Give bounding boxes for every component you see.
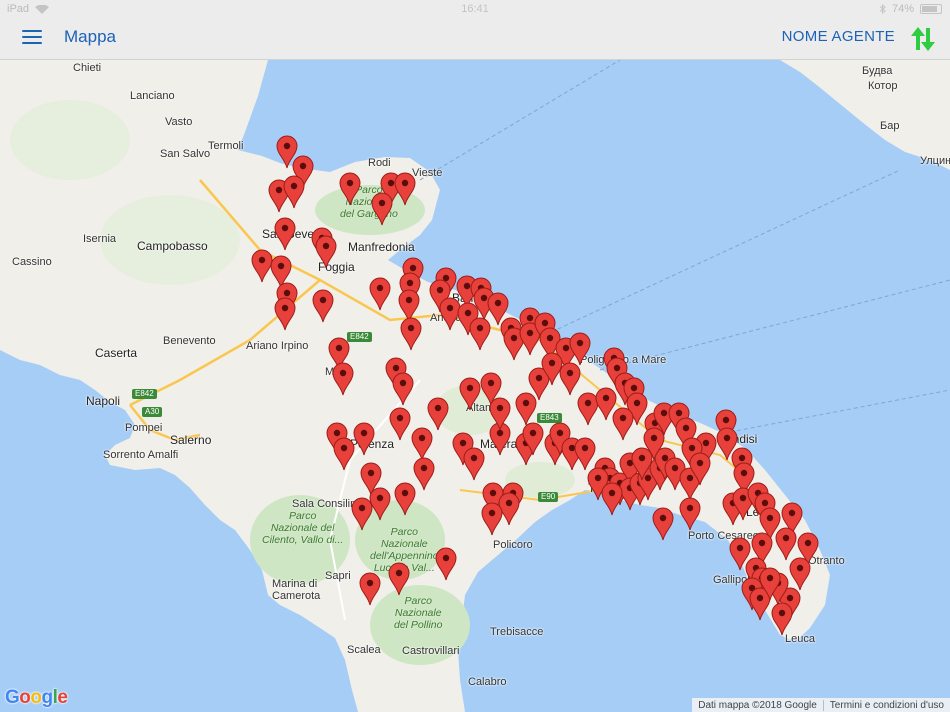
map-label-sapri: Sapri	[325, 570, 351, 582]
map-label-napoli: Napoli	[86, 394, 121, 408]
map-label-ulcinj: Улцињ	[920, 155, 950, 167]
map-pin-icon[interactable]	[369, 277, 391, 311]
map-label-castrovillari: Castrovillari	[402, 645, 460, 657]
map-pin-icon[interactable]	[679, 497, 701, 531]
app-root: iPad 16:41 74% Mappa NOME AGENTE Chieti …	[0, 0, 950, 712]
map-pin-icon[interactable]	[569, 332, 591, 366]
map-pin-icon[interactable]	[353, 422, 375, 456]
map-attribution: Dati mappa ©2018 Google	[698, 699, 817, 711]
park-label-pollino: Parco Nazionale del Pollino	[394, 595, 443, 631]
map-pin-icon[interactable]	[394, 172, 416, 206]
map-pin-icon[interactable]	[601, 482, 623, 516]
map-label-termoli: Termoli	[208, 140, 244, 152]
map-pin-icon[interactable]	[413, 457, 435, 491]
map-label-benevento: Benevento	[163, 335, 216, 347]
map-pin-icon[interactable]	[612, 407, 634, 441]
map-pin-icon[interactable]	[789, 557, 811, 591]
agent-name[interactable]: NOME AGENTE	[782, 28, 895, 45]
map-pin-icon[interactable]	[631, 447, 653, 481]
map-view[interactable]: Chieti Lanciano Vasto Termoli San Salvo Rodi V…	[0, 60, 950, 712]
map-label-calabro: Calabro	[468, 676, 507, 688]
map-pin-icon[interactable]	[574, 437, 596, 471]
map-pin-icon[interactable]	[689, 452, 711, 486]
hamburger-menu-icon[interactable]	[22, 27, 46, 47]
map-pin-icon[interactable]	[559, 362, 581, 396]
map-label-manfredonia: Manfredonia	[348, 240, 415, 254]
map-pin-icon[interactable]	[469, 317, 491, 351]
map-pin-icon[interactable]	[427, 397, 449, 431]
map-pin-icon[interactable]	[274, 297, 296, 331]
map-pin-icon[interactable]	[283, 175, 305, 209]
nav-bar: Mappa NOME AGENTE	[0, 18, 950, 60]
map-label-budva: Будва	[862, 65, 893, 77]
status-time: 16:41	[461, 3, 489, 15]
status-bar: iPad 16:41 74%	[0, 0, 950, 18]
road-shield-e90: E90	[538, 492, 559, 502]
battery-percent: 74%	[891, 3, 914, 15]
map-label-salerno: Salerno	[170, 433, 212, 447]
map-label-ariano: Ariano Irpino	[246, 340, 309, 352]
battery-icon	[920, 4, 942, 14]
map-pin-icon[interactable]	[463, 447, 485, 481]
map-pin-icon[interactable]	[481, 502, 503, 536]
map-pin-icon[interactable]	[489, 397, 511, 431]
map-label-kotor: Котор	[868, 80, 898, 92]
map-pin-icon[interactable]	[411, 427, 433, 461]
map-label-vasto: Vasto	[165, 116, 193, 128]
map-pin-icon[interactable]	[312, 289, 334, 323]
map-pin-icon[interactable]	[274, 217, 296, 251]
map-pin-icon[interactable]	[351, 497, 373, 531]
map-pin-icon[interactable]	[332, 362, 354, 396]
page-title: Mappa	[64, 27, 116, 46]
map-label-bar: Бар	[880, 120, 900, 132]
road-shield-a30: A30	[142, 407, 163, 417]
map-pin-icon[interactable]	[339, 172, 361, 206]
map-pin-icon[interactable]	[371, 192, 393, 226]
map-attribution-bar: Dati mappa ©2018 Google Termini e condiz…	[692, 698, 950, 712]
park-label-cilento: Parco Nazionale del Cilento, Vallo di...	[262, 510, 344, 546]
map-label-policoro: Policoro	[493, 539, 533, 551]
map-pin-icon[interactable]	[759, 567, 781, 601]
map-label-campobasso: Campobasso	[137, 239, 208, 253]
map-pin-icon[interactable]	[459, 377, 481, 411]
map-pin-icon[interactable]	[389, 407, 411, 441]
map-label-vieste: Vieste	[412, 167, 443, 179]
map-label-scalea: Scalea	[347, 644, 381, 656]
map-label-isernia: Isernia	[83, 233, 117, 245]
map-pin-icon[interactable]	[388, 562, 410, 596]
map-pin-icon[interactable]	[359, 572, 381, 606]
map-pin-icon[interactable]	[522, 422, 544, 456]
map-label-lanciano: Lanciano	[130, 90, 175, 102]
map-label-sorrento: Sorrento Amalfi	[103, 449, 179, 461]
map-label-marina: Marina di Camerota	[272, 578, 321, 602]
map-pin-icon[interactable]	[771, 602, 793, 636]
map-pin-icon[interactable]	[394, 482, 416, 516]
map-pin-icon[interactable]	[315, 235, 337, 269]
map-label-pompei: Pompei	[125, 422, 163, 434]
map-label-rodi: Rodi	[368, 157, 391, 169]
bluetooth-icon	[879, 4, 886, 14]
map-label-chieti: Chieti	[73, 62, 102, 74]
terms-link[interactable]: Termini e condizioni d'uso	[822, 699, 950, 711]
map-label-sansalvo: San Salvo	[160, 148, 211, 160]
map-pin-icon[interactable]	[775, 527, 797, 561]
map-pin-icon[interactable]	[652, 507, 674, 541]
map-label-cassino: Cassino	[12, 256, 52, 268]
map-label-trebisacce: Trebisacce	[490, 626, 544, 638]
map-label-caserta: Caserta	[95, 346, 138, 360]
road-shield-e842b: E842	[132, 389, 157, 399]
google-logo: Google	[5, 687, 68, 708]
sync-arrows-icon[interactable]	[906, 22, 938, 54]
map-pin-icon[interactable]	[333, 437, 355, 471]
map-pin-icon[interactable]	[392, 372, 414, 406]
road-shield-e842a: E842	[347, 332, 372, 342]
map-pin-icon[interactable]	[400, 317, 422, 351]
map-pin-icon[interactable]	[435, 547, 457, 581]
